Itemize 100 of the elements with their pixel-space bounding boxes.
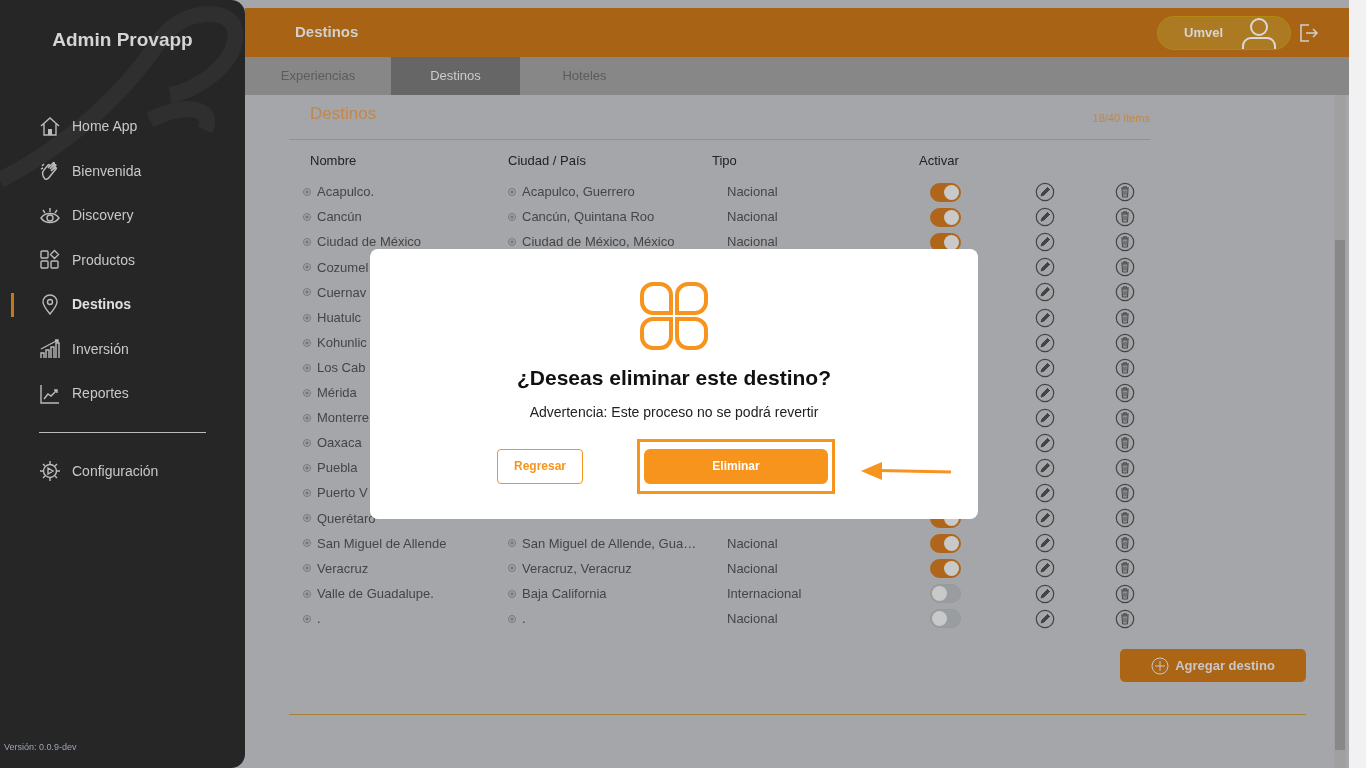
edit-button[interactable] xyxy=(1035,382,1055,403)
delete-button[interactable] xyxy=(1115,508,1135,529)
table-cell-text: Baja California xyxy=(522,584,607,603)
sidebar-item[interactable]: Inversión xyxy=(0,327,245,372)
edit-button[interactable] xyxy=(1035,483,1055,504)
edit-button[interactable] xyxy=(1035,282,1055,303)
line-chart-icon xyxy=(39,382,61,405)
sidebar-item[interactable]: Destinos xyxy=(0,282,245,327)
toggle-switch[interactable] xyxy=(930,609,961,629)
delete-button[interactable] xyxy=(1115,558,1135,579)
column-header: Ciudad / País xyxy=(508,151,587,170)
table-cell-text: . xyxy=(522,609,526,628)
sidebar-item[interactable]: Reportes xyxy=(0,371,245,416)
table-cell-text: Ciudad de México xyxy=(317,233,422,252)
bullet-icon xyxy=(303,313,311,322)
toggle-switch[interactable] xyxy=(930,182,961,202)
bullet-icon xyxy=(303,238,311,247)
edit-button[interactable] xyxy=(1035,207,1055,228)
edit-button[interactable] xyxy=(1035,583,1055,604)
table-cell-text: Nacional xyxy=(727,233,778,252)
sidebar-item[interactable]: Home App xyxy=(0,104,245,149)
table-cell-text: San Miguel de Allende, Gua… xyxy=(522,534,697,553)
edit-button[interactable] xyxy=(1035,508,1055,529)
clover-logo xyxy=(640,282,708,350)
delete-button[interactable] xyxy=(1115,433,1135,453)
table-cell-text: Huatulc xyxy=(317,308,362,327)
toggle-switch[interactable] xyxy=(930,533,961,553)
location-pin-icon xyxy=(39,293,61,316)
edit-button[interactable] xyxy=(1035,257,1055,278)
edit-button[interactable] xyxy=(1035,307,1055,328)
sidebar-item[interactable]: Configuración xyxy=(0,449,245,494)
table-cell-text: Veracruz, Veracruz xyxy=(522,559,632,578)
bullet-icon xyxy=(303,363,311,372)
scrollbar-thumb[interactable] xyxy=(1335,240,1345,750)
table-cell-text: Puerto V xyxy=(317,484,368,503)
edit-button[interactable] xyxy=(1035,558,1055,579)
sidebar-item[interactable]: Productos xyxy=(0,238,245,283)
delete-button[interactable] xyxy=(1115,382,1135,403)
delete-button[interactable] xyxy=(1115,533,1135,554)
plus-icon xyxy=(1151,656,1170,675)
table-cell-text: Nacional xyxy=(727,534,778,553)
bullet-icon xyxy=(303,514,311,523)
edit-button[interactable] xyxy=(1035,182,1055,203)
delete-button[interactable] xyxy=(1115,583,1135,604)
delete-button[interactable] xyxy=(1115,307,1135,328)
delete-button[interactable] xyxy=(1115,407,1135,428)
table-cell-text: Acapulco, Guerrero xyxy=(522,183,635,202)
table-cell-text: Veracruz xyxy=(317,559,369,578)
table-cell-text: Cancún, Quintana Roo xyxy=(522,208,655,227)
toggle-switch[interactable] xyxy=(930,584,961,604)
settings-icon xyxy=(39,460,61,483)
app-title: Admin Provapp xyxy=(51,28,194,52)
section-title: Destinos xyxy=(310,103,377,125)
edit-button[interactable] xyxy=(1035,458,1055,479)
column-header: Tipo xyxy=(712,151,737,170)
bullet-icon xyxy=(303,589,311,598)
logout-button[interactable] xyxy=(1299,22,1319,43)
bullet-icon xyxy=(303,213,311,222)
edit-button[interactable] xyxy=(1035,232,1055,253)
delete-button[interactable] xyxy=(1115,207,1135,228)
bar-chart-icon xyxy=(39,338,61,361)
delete-button[interactable] xyxy=(1115,257,1135,278)
sidebar-item[interactable]: Discovery xyxy=(0,193,245,238)
table-cell-text: Ciudad de México, México xyxy=(522,233,675,252)
bullet-icon xyxy=(303,439,311,447)
table-cell-text: Internacional xyxy=(727,584,802,603)
browser-scrollbar[interactable] xyxy=(1349,0,1366,768)
bullet-icon xyxy=(508,213,516,222)
edit-button[interactable] xyxy=(1035,608,1055,629)
column-header: Activar xyxy=(919,151,959,170)
edit-button[interactable] xyxy=(1035,357,1055,378)
edit-button[interactable] xyxy=(1035,433,1055,453)
delete-button[interactable] xyxy=(1115,608,1135,629)
bullet-icon xyxy=(303,338,311,347)
tab[interactable]: Destinos xyxy=(391,57,520,95)
bullet-icon xyxy=(303,489,311,498)
edit-button[interactable] xyxy=(1035,332,1055,353)
table-cell-text: Querétaro xyxy=(317,509,376,528)
table-cell-text: Nacional xyxy=(727,609,778,628)
table-cell-text: Valle de Guadalupe. xyxy=(317,584,434,603)
toggle-switch[interactable] xyxy=(930,207,961,227)
toggle-switch[interactable] xyxy=(930,558,961,578)
edit-button[interactable] xyxy=(1035,407,1055,428)
delete-button[interactable] xyxy=(1115,282,1135,303)
dialog-title: ¿Deseas eliminar este destino? xyxy=(517,365,831,391)
delete-button[interactable] xyxy=(1115,483,1135,504)
delete-button[interactable] xyxy=(1115,458,1135,479)
table-cell-text: Cozumel xyxy=(317,258,369,277)
bullet-icon xyxy=(303,388,311,397)
sidebar-item[interactable]: Bienvenida xyxy=(0,149,245,194)
edit-button[interactable] xyxy=(1035,533,1055,554)
table-cell-text: Oaxaca xyxy=(317,434,362,453)
delete-button[interactable] xyxy=(1115,332,1135,353)
table-cell-text: Los Cab xyxy=(317,358,366,377)
delete-button[interactable] xyxy=(1115,357,1135,378)
table-cell-text: Puebla xyxy=(317,459,358,478)
delete-button[interactable] xyxy=(1115,232,1135,253)
delete-button[interactable] xyxy=(1115,182,1135,203)
table-cell-text: Monterre xyxy=(317,409,370,428)
table-cell-text: Nacional xyxy=(727,208,778,227)
